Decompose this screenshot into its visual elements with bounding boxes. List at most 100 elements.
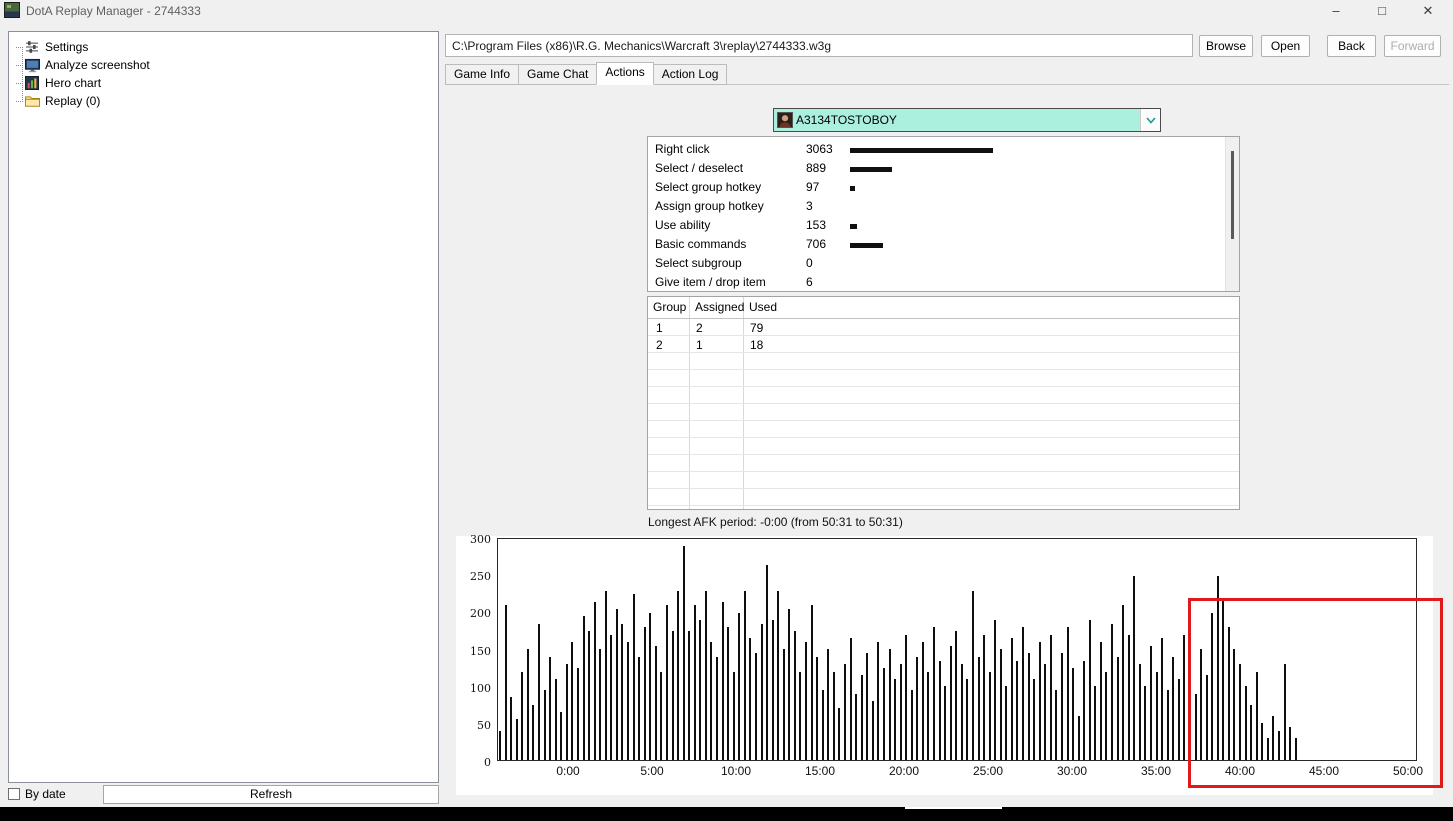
chart-bar: [716, 657, 718, 760]
chart-bar: [610, 635, 613, 760]
y-tick-label: 200: [470, 607, 491, 620]
x-tick-label: 10:00: [720, 764, 752, 778]
player-portrait-icon: [777, 112, 793, 128]
chart-bar: [521, 672, 524, 760]
tree-connector: [16, 82, 23, 84]
chart-bar: [560, 712, 563, 760]
chart-bar: [777, 591, 780, 760]
action-row[interactable]: Select / deselect 889: [648, 159, 1239, 178]
sidebar-item-hero-chart[interactable]: Hero chart: [16, 74, 101, 92]
chart-bar: [1016, 661, 1019, 760]
chart-bar: [515, 719, 518, 760]
tab-actions[interactable]: Actions: [596, 62, 654, 85]
tree-connector: [16, 46, 23, 48]
chart-bar: [1166, 690, 1169, 760]
action-label: Assign group hotkey: [655, 199, 764, 213]
x-tick-label: 25:00: [972, 764, 1004, 778]
chart-bar: [960, 664, 963, 760]
action-row[interactable]: Right click 3063: [648, 140, 1239, 159]
player-dropdown[interactable]: A3134TOSTOBOY: [773, 108, 1161, 132]
chart-bar: [1133, 576, 1136, 760]
forward-button[interactable]: Forward: [1384, 35, 1441, 57]
action-count: 3063: [806, 142, 833, 156]
chart-bar: [1105, 672, 1108, 760]
chart-bar: [604, 591, 607, 760]
app-icon: [4, 2, 20, 18]
chart-bar: [599, 649, 602, 760]
action-row[interactable]: Select subgroup 0: [648, 254, 1239, 273]
tabs: Game Info Game Chat Actions Action Log: [445, 62, 728, 85]
minimize-button[interactable]: –: [1314, 0, 1358, 22]
chart-bar: [860, 675, 863, 760]
chart-bar: [704, 591, 707, 760]
chart-bar: [649, 613, 652, 760]
chart-bar: [1066, 627, 1069, 760]
y-tick-label: 100: [470, 682, 491, 695]
chart-bar: [888, 649, 891, 760]
sidebar-item-settings[interactable]: Settings: [16, 38, 88, 56]
chart-bar: [832, 672, 835, 760]
chart-bar: [621, 624, 624, 760]
table-row[interactable]: 1 2 79: [648, 319, 1239, 336]
chart-bar: [554, 679, 557, 760]
tab-action-log[interactable]: Action Log: [652, 64, 728, 85]
replay-path-input[interactable]: [445, 34, 1193, 57]
chart-bar: [1127, 635, 1130, 760]
by-date-checkbox[interactable]: [8, 788, 20, 800]
table-row: [648, 472, 1239, 489]
cell-assigned: 1: [696, 338, 703, 352]
chart-bar: [1149, 646, 1152, 760]
sidebar-item-replay[interactable]: Replay (0): [16, 92, 100, 110]
close-button[interactable]: ✕: [1406, 0, 1450, 22]
action-count: 3: [806, 199, 813, 213]
tab-game-chat[interactable]: Game Chat: [518, 64, 598, 85]
table-row[interactable]: 2 1 18: [648, 336, 1239, 353]
chart-bar: [665, 605, 668, 760]
x-tick-label: 0:00: [556, 764, 580, 778]
chart-bar: [866, 653, 869, 760]
browse-button[interactable]: Browse: [1199, 35, 1253, 57]
chart-bar: [838, 708, 841, 760]
chart-bar: [549, 657, 552, 760]
chart-bar: [1077, 716, 1080, 760]
action-row[interactable]: Assign group hotkey 3: [648, 197, 1239, 216]
back-button[interactable]: Back: [1327, 35, 1376, 57]
action-label: Select subgroup: [655, 256, 742, 270]
chart-bar: [966, 679, 969, 760]
chart-bar: [1177, 679, 1180, 760]
chart-bar: [882, 668, 885, 760]
x-tick-label: 20:00: [888, 764, 920, 778]
chart-bar: [499, 731, 501, 760]
action-row[interactable]: Use ability 153: [648, 216, 1239, 235]
dropdown-arrow-icon[interactable]: [1140, 109, 1160, 131]
sidebar-item-analyze-screenshot[interactable]: Analyze screenshot: [16, 56, 150, 74]
header-group[interactable]: Group: [653, 300, 686, 314]
action-row[interactable]: Basic commands 706: [648, 235, 1239, 254]
chart-bar: [738, 613, 741, 760]
chart-bar: [615, 609, 618, 760]
chart-bar: [571, 642, 574, 760]
action-label: Basic commands: [655, 237, 747, 251]
maximize-button[interactable]: □: [1360, 0, 1404, 22]
chart-bar: [1138, 664, 1141, 760]
action-row[interactable]: Give item / drop item 6: [648, 273, 1239, 292]
chart-bar: [510, 697, 513, 760]
chart-bar: [760, 624, 763, 760]
chart-bar: [927, 672, 930, 760]
action-row[interactable]: Select group hotkey 97: [648, 178, 1239, 197]
chart-bar: [1099, 642, 1102, 760]
y-tick-label: 150: [470, 645, 491, 658]
header-used[interactable]: Used: [749, 300, 777, 314]
window-title: DotA Replay Manager - 2744333: [26, 4, 201, 18]
chart-bar: [1088, 620, 1091, 760]
open-button[interactable]: Open: [1261, 35, 1310, 57]
refresh-button[interactable]: Refresh: [103, 785, 439, 804]
table-row: [648, 489, 1239, 506]
header-assigned[interactable]: Assigned: [695, 300, 744, 314]
tab-game-info[interactable]: Game Info: [445, 64, 520, 85]
chart-yticks: 300 250 200 150 100 50 0: [456, 533, 493, 769]
chart-bar: [677, 591, 679, 760]
chart-bar: [732, 672, 735, 760]
action-label: Select / deselect: [655, 161, 744, 175]
chart-bar: [899, 664, 902, 760]
